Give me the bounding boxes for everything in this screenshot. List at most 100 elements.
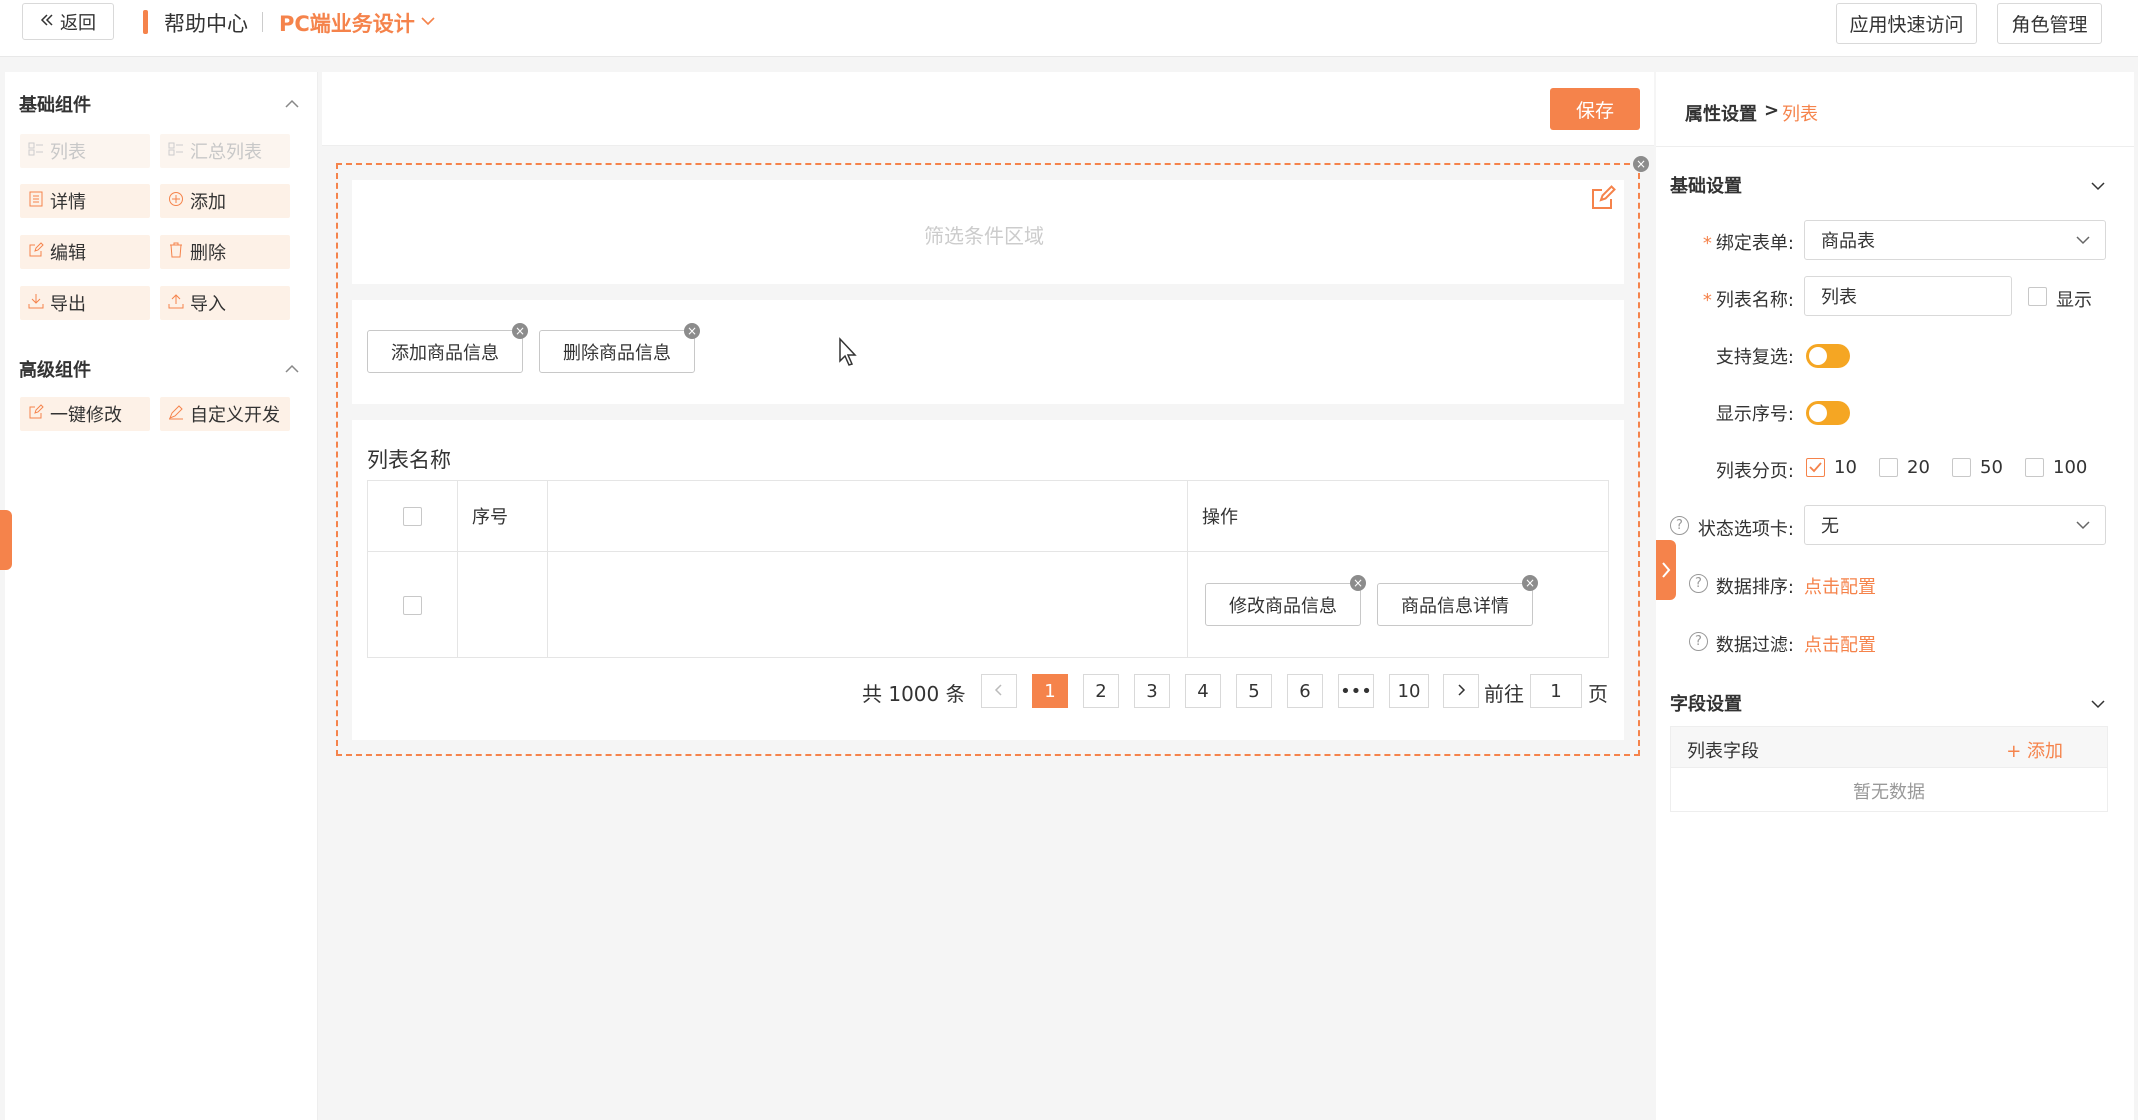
add-product-button[interactable]: 添加商品信息 xyxy=(367,330,523,373)
next-page-button[interactable] xyxy=(1443,674,1479,708)
paging-option-50: 50 xyxy=(1980,457,2003,478)
component-detail[interactable]: 详情 xyxy=(20,184,150,218)
component-label: 删除 xyxy=(190,243,226,264)
page-button-10[interactable]: 10 xyxy=(1389,674,1429,708)
add-field-button[interactable]: + 添加 xyxy=(2006,737,2063,763)
question-icon[interactable]: ? xyxy=(1689,574,1708,593)
paging-option-50-checkbox[interactable] xyxy=(1952,458,1971,477)
component-edit[interactable]: 编辑 xyxy=(20,235,150,269)
divider xyxy=(262,12,263,32)
close-icon[interactable]: × xyxy=(512,323,528,339)
page-button-5[interactable]: 5 xyxy=(1236,674,1272,708)
show-label: 显示 xyxy=(2056,290,2092,311)
prev-page-button[interactable] xyxy=(981,674,1017,708)
page-button-1[interactable]: 1 xyxy=(1032,674,1068,708)
list-title: 列表名称 xyxy=(367,448,451,472)
page-button-3[interactable]: 3 xyxy=(1134,674,1170,708)
save-button[interactable]: 保存 xyxy=(1550,88,1640,130)
chevron-right-icon xyxy=(1455,681,1467,702)
component-delete[interactable]: 删除 xyxy=(160,235,290,269)
component-summary-list[interactable]: 汇总列表 xyxy=(160,134,290,168)
close-icon[interactable]: × xyxy=(1522,575,1538,591)
trash-icon xyxy=(168,242,184,263)
editor-toolbar xyxy=(322,72,1654,146)
grid-list-icon xyxy=(28,141,44,162)
show-checkbox[interactable] xyxy=(2028,287,2047,306)
chevron-down-icon xyxy=(2076,236,2090,245)
action-column-header: 操作 xyxy=(1187,480,1609,552)
checkbox[interactable] xyxy=(403,507,422,526)
breadcrumb-current: 列表 xyxy=(1782,104,1818,125)
chevron-down-icon[interactable] xyxy=(2090,694,2106,715)
list-name-label-text: 列表名称: xyxy=(1715,290,1794,311)
component-list[interactable]: 列表 xyxy=(20,134,150,168)
advanced-components-title: 高级组件 xyxy=(19,360,91,381)
product-detail-button[interactable]: 商品信息详情 xyxy=(1377,583,1533,626)
modify-product-button[interactable]: 修改商品信息 xyxy=(1205,583,1361,626)
bind-form-select[interactable]: 商品表 xyxy=(1804,220,2106,260)
sort-config-link[interactable]: 点击配置 xyxy=(1804,573,1876,599)
component-label: 导出 xyxy=(50,294,86,315)
component-custom-dev[interactable]: 自定义开发 xyxy=(160,397,290,431)
chevron-down-icon[interactable] xyxy=(2090,176,2106,197)
back-button[interactable]: 返回 xyxy=(22,3,114,40)
page-button-4[interactable]: 4 xyxy=(1185,674,1221,708)
component-quick-edit[interactable]: 一键修改 xyxy=(20,397,150,431)
paging-option-20-checkbox[interactable] xyxy=(1879,458,1898,477)
upload-icon xyxy=(168,293,184,314)
paging-option-100: 100 xyxy=(2053,457,2088,478)
page-ellipsis[interactable]: ••• xyxy=(1338,674,1374,708)
list-fields-header: 列表字段 + 添加 xyxy=(1670,726,2108,768)
right-panel-toggle[interactable] xyxy=(1656,540,1676,600)
row-select-cell[interactable] xyxy=(367,551,458,658)
question-icon[interactable]: ? xyxy=(1689,632,1708,651)
goto-page-input[interactable]: 1 xyxy=(1530,674,1582,708)
summary-list-icon xyxy=(168,141,184,162)
status-tab-select[interactable]: 无 xyxy=(1804,505,2106,545)
component-add[interactable]: 添加 xyxy=(160,184,290,218)
component-label: 列表 xyxy=(50,142,86,163)
title-accent-bar xyxy=(143,10,148,34)
help-center-link[interactable]: 帮助中心 xyxy=(164,8,248,38)
back-label: 返回 xyxy=(60,12,96,34)
show-index-label: 显示序号: xyxy=(1715,404,1794,425)
breadcrumb-root: 属性设置 xyxy=(1685,104,1757,125)
chevron-up-icon[interactable] xyxy=(284,359,300,380)
question-icon[interactable]: ? xyxy=(1670,516,1689,535)
filter-placeholder: 筛选条件区域 xyxy=(924,224,1044,248)
filter-config-link[interactable]: 点击配置 xyxy=(1804,631,1876,657)
component-label: 自定义开发 xyxy=(190,405,280,426)
role-manage-button[interactable]: 角色管理 xyxy=(1997,3,2102,44)
select-all-cell[interactable] xyxy=(367,480,458,552)
edit-icon[interactable] xyxy=(1590,185,1616,216)
chevron-up-icon[interactable] xyxy=(284,94,300,115)
list-name-input[interactable]: 列表 xyxy=(1804,276,2012,316)
mouse-cursor-icon xyxy=(838,337,860,372)
close-icon[interactable]: × xyxy=(1350,575,1366,591)
index-cell xyxy=(457,551,548,658)
paging-option-10-checkbox[interactable] xyxy=(1806,458,1825,477)
project-title[interactable]: PC端业务设计 xyxy=(279,8,415,38)
checkbox[interactable] xyxy=(403,595,422,615)
component-import[interactable]: 导入 xyxy=(160,286,290,320)
page-button-6[interactable]: 6 xyxy=(1287,674,1323,708)
left-panel-toggle[interactable] xyxy=(0,510,12,570)
quick-access-button[interactable]: 应用快速访问 xyxy=(1836,3,1977,44)
chevron-down-icon[interactable] xyxy=(420,13,436,34)
double-chevron-left-icon xyxy=(40,11,54,32)
show-index-toggle[interactable] xyxy=(1806,401,1850,425)
close-icon[interactable]: × xyxy=(684,323,700,339)
paging-label: 列表分页: xyxy=(1715,461,1794,482)
component-label: 添加 xyxy=(190,192,226,213)
page-unit-label: 页 xyxy=(1588,682,1608,706)
plus-circle-icon xyxy=(168,191,184,212)
multi-select-toggle[interactable] xyxy=(1806,344,1850,368)
paging-option-100-checkbox[interactable] xyxy=(2025,458,2044,477)
component-export[interactable]: 导出 xyxy=(20,286,150,320)
page-button-2[interactable]: 2 xyxy=(1083,674,1119,708)
download-icon xyxy=(28,293,44,314)
delete-product-button[interactable]: 删除商品信息 xyxy=(539,330,695,373)
close-icon[interactable]: × xyxy=(1633,156,1649,172)
paging-option-20: 20 xyxy=(1907,457,1930,478)
basic-components-title: 基础组件 xyxy=(19,95,91,116)
